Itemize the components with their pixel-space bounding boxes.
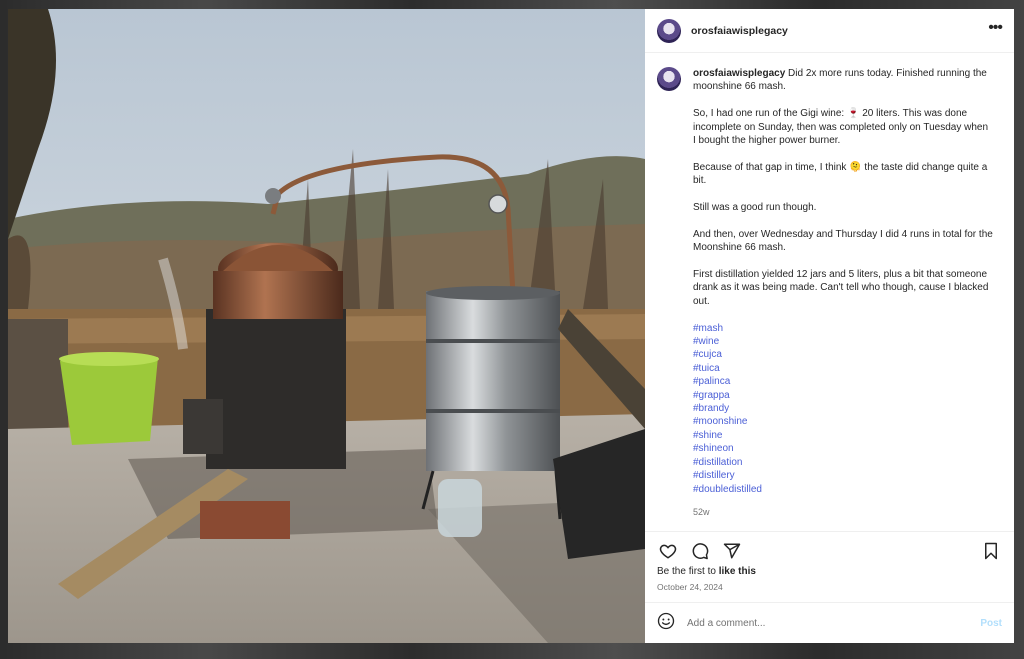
caption-paragraph: First distillation yielded 12 jars and 5… bbox=[693, 269, 989, 307]
hashtag-link[interactable]: #wine bbox=[693, 335, 993, 348]
post-photo[interactable] bbox=[8, 9, 645, 643]
likes-summary: Be the first to like this bbox=[645, 566, 1014, 577]
caption-body: orosfaiawisplegacy Did 2x more runs toda… bbox=[693, 67, 993, 531]
caption-paragraph: Still was a good run though. bbox=[693, 202, 817, 214]
post-details-panel: orosfaiawisplegacy ••• orosfaiawisplegac… bbox=[645, 9, 1014, 643]
heart-icon[interactable] bbox=[657, 540, 679, 562]
post-comment-button[interactable]: Post bbox=[980, 618, 1002, 629]
hashtag-list: #mash #wine #cujca #tuica #palinca #grap… bbox=[693, 322, 993, 496]
caption-paragraph: orosfaiawisplegacy Did 2x more runs toda… bbox=[693, 67, 993, 94]
hashtag-link[interactable]: #doubledistilled bbox=[693, 483, 993, 496]
post-actions bbox=[645, 531, 1014, 570]
avatar[interactable] bbox=[657, 18, 681, 43]
author-username[interactable]: orosfaiawisplegacy bbox=[691, 25, 788, 37]
caption-paragraph: And then, over Wednesday and Thursday I … bbox=[693, 228, 993, 254]
hashtag-link[interactable]: #brandy bbox=[693, 402, 993, 415]
hashtag-link[interactable]: #moonshine bbox=[693, 415, 993, 428]
caption-area: orosfaiawisplegacy Did 2x more runs toda… bbox=[645, 53, 1014, 531]
distillery-scene-image bbox=[8, 9, 645, 643]
likes-prefix: Be the first to bbox=[657, 566, 719, 577]
caption-paragraph: So, I had one run of the Gigi wine: 🍷 20… bbox=[693, 108, 988, 147]
hashtag-link[interactable]: #shine bbox=[693, 429, 993, 442]
comment-bar: Post bbox=[645, 602, 1014, 643]
caption-avatar[interactable] bbox=[657, 67, 681, 91]
post-time-ago[interactable]: 52w bbox=[693, 506, 993, 519]
hashtag-link[interactable]: #distillery bbox=[693, 469, 993, 482]
comment-icon[interactable] bbox=[689, 540, 711, 562]
hashtag-link[interactable]: #grappa bbox=[693, 389, 993, 402]
like-this-link[interactable]: like this bbox=[719, 566, 756, 577]
share-icon[interactable] bbox=[721, 540, 743, 562]
post-header: orosfaiawisplegacy ••• bbox=[645, 9, 1014, 53]
caption-username[interactable]: orosfaiawisplegacy bbox=[693, 68, 785, 79]
bookmark-icon[interactable] bbox=[980, 540, 1002, 562]
post-date[interactable]: October 24, 2024 bbox=[645, 577, 1014, 602]
more-options-icon[interactable]: ••• bbox=[988, 19, 1003, 39]
hashtag-link[interactable]: #mash bbox=[693, 322, 993, 335]
caption-paragraph: Because of that gap in time, I think 🫠 t… bbox=[693, 161, 988, 187]
emoji-icon[interactable] bbox=[657, 612, 675, 635]
hashtag-link[interactable]: #shineon bbox=[693, 442, 993, 455]
hashtag-link[interactable]: #cujca bbox=[693, 348, 993, 361]
hashtag-link[interactable]: #palinca bbox=[693, 375, 993, 388]
hashtag-link[interactable]: #tuica bbox=[693, 362, 993, 375]
hashtag-link[interactable]: #distillation bbox=[693, 456, 993, 469]
comment-input[interactable] bbox=[685, 616, 981, 630]
